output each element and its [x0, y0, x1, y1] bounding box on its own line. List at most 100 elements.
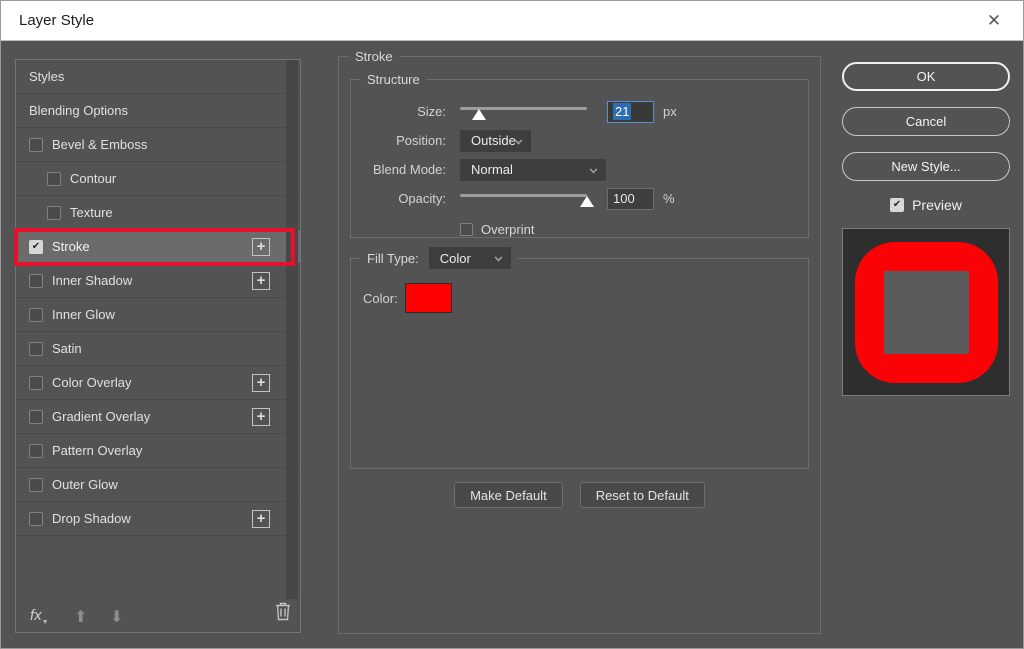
reset-to-default-button[interactable]: Reset to Default [580, 482, 705, 508]
chevron-down-icon [494, 254, 502, 262]
list-item[interactable]: Gradient Overlay + [16, 400, 300, 434]
structure-group: Structure Size: 21 px P [350, 72, 809, 238]
stroke-panel: Stroke Structure Size: 21 px [338, 49, 821, 634]
effect-checkbox[interactable] [47, 172, 61, 186]
make-default-button[interactable]: Make Default [454, 482, 563, 508]
defaults-row: Make Default Reset to Default [339, 482, 820, 508]
list-item[interactable]: Bevel & Emboss [16, 128, 300, 162]
move-effect-up-icon[interactable]: ⬆ [74, 607, 87, 627]
list-item[interactable]: Inner Glow [16, 298, 300, 332]
size-input[interactable]: 21 [607, 101, 654, 123]
close-icon[interactable]: ✕ [977, 1, 1011, 41]
list-item[interactable]: Outer Glow [16, 468, 300, 502]
list-item[interactable]: Texture [16, 196, 300, 230]
size-unit: px [663, 104, 677, 119]
add-effect-icon[interactable]: + [252, 408, 270, 426]
opacity-slider[interactable] [460, 191, 587, 207]
fx-menu-button[interactable]: fx▼ [30, 607, 49, 626]
move-effect-down-icon[interactable]: ⬇ [110, 607, 123, 627]
opacity-slider-thumb[interactable] [580, 196, 594, 207]
style-preview-thumbnail [842, 228, 1010, 396]
position-dropdown[interactable]: Outside [460, 130, 531, 152]
fill-type-group: Fill Type: Color Color: [350, 247, 809, 469]
effect-checkbox[interactable] [29, 410, 43, 424]
styles-sidebar: Styles Blending Options Bevel & Emboss C… [15, 59, 301, 633]
delete-effect-icon[interactable] [274, 601, 292, 626]
list-item-label: Satin [52, 341, 82, 356]
effect-checkbox[interactable] [29, 512, 43, 526]
position-label: Position: [351, 133, 446, 148]
list-item[interactable]: Color Overlay + [16, 366, 300, 400]
add-effect-icon[interactable]: + [252, 510, 270, 528]
layer-style-dialog: Layer Style ✕ Styles Blending Options [0, 0, 1024, 649]
effect-checkbox[interactable] [29, 308, 43, 322]
list-item-label: Pattern Overlay [52, 443, 142, 458]
effect-checkbox[interactable]: ✔ [29, 240, 43, 254]
sidebar-scrollbar[interactable] [286, 60, 298, 599]
sidebar-toolbar: fx▼ ⬆ ⬇ [16, 600, 300, 632]
overprint-checkbox[interactable] [460, 223, 473, 236]
dialog-title: Layer Style [19, 1, 94, 41]
blend-mode-row: Blend Mode: Normal [351, 155, 808, 184]
add-effect-icon[interactable]: + [252, 272, 270, 290]
list-item[interactable]: Contour [16, 162, 300, 196]
blend-mode-dropdown[interactable]: Normal [460, 159, 606, 181]
opacity-input[interactable]: 100 [607, 188, 654, 210]
size-slider-thumb[interactable] [472, 109, 486, 120]
dialog-body: Styles Blending Options Bevel & Emboss C… [1, 42, 1023, 648]
effect-checkbox[interactable] [29, 478, 43, 492]
stroke-group-title: Stroke [349, 49, 399, 64]
cancel-button[interactable]: Cancel [842, 107, 1010, 136]
size-row: Size: 21 px [351, 97, 808, 126]
list-item[interactable]: Satin [16, 332, 300, 366]
color-row: Color: [363, 283, 808, 313]
effect-checkbox[interactable] [29, 138, 43, 152]
titlebar: Layer Style ✕ [1, 1, 1023, 41]
overprint-label: Overprint [481, 222, 534, 237]
overprint-row: Overprint [351, 215, 808, 244]
preview-fill-square [884, 271, 969, 354]
color-swatch[interactable] [405, 283, 452, 313]
preview-label: Preview [912, 197, 962, 213]
preview-stroke-ring [855, 242, 998, 383]
list-item[interactable]: ✔ Stroke + [16, 230, 300, 264]
action-column: OK Cancel New Style... ✔ Preview [842, 62, 1010, 396]
size-slider[interactable] [460, 104, 587, 120]
opacity-row: Opacity: 100 % [351, 184, 808, 213]
stroke-group: Stroke Structure Size: 21 px [338, 49, 821, 634]
fill-type-label: Fill Type: [367, 251, 419, 266]
effect-checkbox[interactable] [29, 376, 43, 390]
list-item[interactable]: Inner Shadow + [16, 264, 300, 298]
list-item[interactable]: Drop Shadow + [16, 502, 300, 536]
list-item-label: Stroke [52, 239, 90, 254]
chevron-down-icon [590, 165, 598, 173]
preview-checkbox[interactable]: ✔ [890, 198, 904, 212]
structure-group-title: Structure [361, 72, 426, 87]
list-item[interactable]: Pattern Overlay [16, 434, 300, 468]
color-label: Color: [363, 291, 398, 306]
effect-checkbox[interactable] [29, 342, 43, 356]
new-style-button[interactable]: New Style... [842, 152, 1010, 181]
effect-checkbox[interactable] [29, 274, 43, 288]
add-effect-icon[interactable]: + [252, 238, 270, 256]
list-item-label: Gradient Overlay [52, 409, 150, 424]
fill-type-dropdown[interactable]: Color [429, 247, 511, 269]
opacity-label: Opacity: [351, 191, 446, 206]
list-item-label: Blending Options [29, 103, 128, 118]
list-item-label: Color Overlay [52, 375, 131, 390]
size-label: Size: [351, 104, 446, 119]
preview-row: ✔ Preview [842, 197, 1010, 213]
ok-button[interactable]: OK [842, 62, 1010, 91]
list-item-label: Contour [70, 171, 116, 186]
list-item-label: Inner Shadow [52, 273, 132, 288]
add-effect-icon[interactable]: + [252, 374, 270, 392]
position-row: Position: Outside [351, 126, 808, 155]
list-item-label: Inner Glow [52, 307, 115, 322]
list-item[interactable]: Styles [16, 60, 300, 94]
list-item-label: Styles [29, 69, 64, 84]
blend-mode-label: Blend Mode: [351, 162, 446, 177]
list-item[interactable]: Blending Options [16, 94, 300, 128]
effect-checkbox[interactable] [29, 444, 43, 458]
opacity-unit: % [663, 191, 675, 206]
effect-checkbox[interactable] [47, 206, 61, 220]
